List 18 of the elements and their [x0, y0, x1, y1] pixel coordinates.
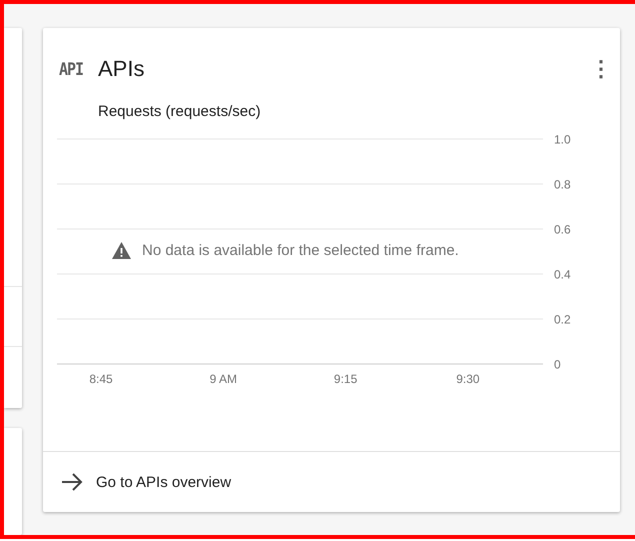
api-icon: API: [59, 58, 98, 80]
y-tick-label: 0.8: [554, 178, 571, 192]
apis-overview-link[interactable]: Go to APIs overview: [61, 472, 232, 492]
x-tick-label: 9:15: [334, 372, 358, 386]
chart-subtitle: Requests (requests/sec): [98, 103, 262, 121]
y-tick-label: 1.0: [554, 132, 571, 146]
no-data-message: No data is available for the selected time frame.: [142, 242, 459, 259]
warning-icon: [112, 242, 131, 259]
y-tick-label: 0: [554, 358, 561, 372]
card-title: APIs: [98, 56, 146, 82]
y-tick-label: 0.4: [554, 268, 571, 282]
x-tick-label: 8:45: [89, 372, 113, 386]
arrow-right-icon: [61, 472, 83, 492]
x-tick-label: 9:30: [456, 372, 480, 386]
more-menu-button[interactable]: ⋮: [590, 58, 606, 80]
y-tick-label: 0.6: [554, 222, 571, 236]
y-tick-label: 0.2: [554, 312, 571, 326]
x-tick-label: 9 AM: [210, 372, 237, 386]
